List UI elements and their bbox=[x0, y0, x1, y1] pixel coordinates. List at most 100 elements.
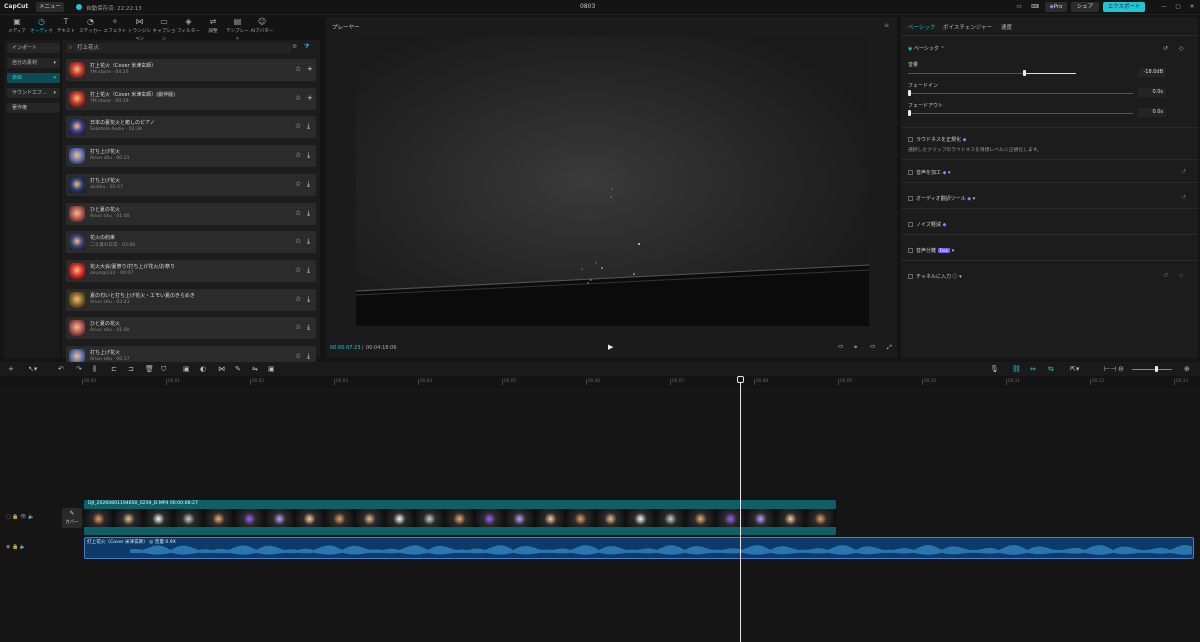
nav-item[interactable]: 著作権 bbox=[7, 103, 60, 113]
tab-speed[interactable]: 速度 bbox=[1001, 23, 1012, 31]
download-icon[interactable]: ⤓ bbox=[307, 209, 310, 218]
fadeout-slider[interactable] bbox=[908, 113, 1133, 114]
preview-axis-icon[interactable]: ⇱▾ bbox=[1070, 365, 1079, 373]
voice-separation-toggle[interactable]: 音声分離 Free ▾ bbox=[908, 247, 954, 254]
track-toggle-icon[interactable]: ▢ bbox=[6, 514, 11, 520]
volume-value[interactable]: -18.0dB bbox=[1138, 68, 1166, 77]
project-title[interactable]: 0803 bbox=[580, 3, 595, 10]
zoom-slider[interactable] bbox=[1132, 369, 1172, 370]
mute-icon[interactable]: 🔈 bbox=[28, 514, 34, 520]
reset-icon[interactable]: ↺ bbox=[1181, 194, 1186, 201]
snap-icon[interactable]: ⇆ bbox=[1048, 365, 1054, 373]
crop-icon[interactable]: ⌖ bbox=[854, 344, 857, 352]
mic-icon[interactable]: 🎙 bbox=[990, 365, 999, 373]
reset-icon[interactable]: ↺ bbox=[1163, 272, 1168, 279]
clear-search-icon[interactable]: ⊗ bbox=[292, 43, 297, 50]
audio-tools-toggle[interactable]: オーディオ翻訳ツール ◆ ▾ bbox=[908, 195, 975, 202]
export-button[interactable]: エクスポート bbox=[1103, 2, 1145, 12]
channel-input-toggle[interactable]: チャネルに入力 ⓘ ▾ bbox=[908, 273, 962, 280]
favorite-icon[interactable]: ☆ bbox=[295, 266, 301, 274]
add-icon[interactable]: + bbox=[307, 94, 313, 102]
tab-sticker[interactable]: ◔ ステッカー bbox=[78, 17, 104, 37]
reset-icon[interactable]: ↺ bbox=[1163, 45, 1168, 52]
video-preview[interactable] bbox=[356, 37, 869, 326]
share-button[interactable]: シェア bbox=[1071, 2, 1099, 12]
music-track-item[interactable]: 花火大会/夏祭り/打ち上げ花火/お祭り okunigiri22 · 00:07 ☆ ⤓ bbox=[66, 259, 316, 282]
download-icon[interactable]: ⤓ bbox=[307, 180, 310, 189]
close-icon[interactable]: ✕ bbox=[1187, 2, 1197, 12]
favorite-icon[interactable]: ☆ bbox=[295, 295, 301, 303]
fadeout-value[interactable]: 0.0s bbox=[1138, 108, 1166, 117]
favorite-icon[interactable]: ☆ bbox=[295, 180, 301, 188]
favorite-icon[interactable]: ☆ bbox=[295, 352, 301, 360]
tab-caption[interactable]: ▭キャプション bbox=[151, 17, 177, 42]
pro-button[interactable]: ◆Pro bbox=[1045, 2, 1067, 12]
tab-transition[interactable]: ⋈トランジション bbox=[127, 17, 153, 42]
undo-icon[interactable]: ↶ bbox=[58, 365, 64, 373]
link-main-icon[interactable]: ⛓ bbox=[1012, 365, 1021, 373]
nav-item[interactable]: 自分の素材 ▾ bbox=[7, 58, 60, 68]
download-icon[interactable]: ⤓ bbox=[307, 151, 310, 160]
playhead[interactable] bbox=[740, 376, 741, 642]
filter-icon[interactable]: ⧩ bbox=[304, 43, 309, 51]
search-input[interactable]: ⌕ 打上花火 bbox=[66, 43, 291, 53]
ratio-icon[interactable]: ▭ bbox=[870, 344, 875, 350]
fadein-slider[interactable] bbox=[908, 93, 1133, 94]
add-icon[interactable]: + bbox=[307, 65, 313, 73]
audio-clip[interactable]: 打上花火（Cover 米津玄師） ◎ 音量 0.9X bbox=[84, 537, 1194, 559]
volume-slider-handle[interactable] bbox=[1023, 70, 1026, 76]
lock-icon[interactable]: 🔒 bbox=[12, 544, 18, 550]
fit-icon[interactable]: ⊢⊣ bbox=[1104, 365, 1116, 373]
tab-filter[interactable]: ◈ フィルター bbox=[176, 17, 202, 37]
minimize-icon[interactable]: — bbox=[1159, 2, 1169, 12]
download-icon[interactable]: ⤓ bbox=[307, 295, 310, 304]
favorite-icon[interactable]: ☆ bbox=[295, 151, 301, 159]
zoom-out-icon[interactable]: ⊖ bbox=[1118, 365, 1124, 373]
music-track-item[interactable]: 打上花火（Cover 米津玄師）(劇伴版) YM.stone · 00:19 ☆ + bbox=[66, 87, 316, 110]
music-track-item[interactable]: 打ち上げ花火 akiohu · 02:57 ☆ ⤓ bbox=[66, 173, 316, 196]
maximize-icon[interactable]: ▢ bbox=[1173, 2, 1183, 12]
player-menu-icon[interactable]: ≡ bbox=[884, 22, 889, 29]
tab-ai-avatar[interactable]: ☺ AIアバター bbox=[249, 17, 275, 37]
playhead-handle[interactable] bbox=[737, 376, 744, 383]
tab-template[interactable]: ▤テンプレート bbox=[225, 17, 251, 42]
music-track-item[interactable]: 打上花火（Cover 米津玄師） YM.stone · 04:16 ☆ + bbox=[66, 59, 316, 81]
pen-icon[interactable]: ✎ bbox=[235, 365, 241, 373]
delete-icon[interactable]: 🗑 bbox=[145, 365, 154, 373]
favorite-icon[interactable]: ☆ bbox=[295, 209, 301, 217]
tab-text[interactable]: T テキスト bbox=[53, 17, 79, 37]
music-track-item[interactable]: ひと夏の花火 Ariun situ · 01:00 ☆ ⤓ bbox=[66, 202, 316, 225]
favorite-icon[interactable]: ☆ bbox=[295, 237, 301, 245]
download-icon[interactable]: ⤓ bbox=[307, 352, 310, 361]
eye-icon[interactable]: 👁 bbox=[20, 514, 26, 520]
music-track-item[interactable]: ひと夏の花火 Ariun situ · 01:00 ☆ ⤓ bbox=[66, 317, 316, 340]
favorite-icon[interactable]: ☆ bbox=[295, 65, 301, 73]
loudness-toggle[interactable]: ラウドネスを正規化 ◆ bbox=[908, 136, 966, 143]
shield-icon[interactable]: ⛉ bbox=[161, 365, 166, 374]
noise-reduction-toggle[interactable]: ノイズ軽減 ◆ bbox=[908, 221, 946, 228]
music-track-item[interactable]: 花火の約束 二斗葉の日常 · 03:08 ☆ ⤓ bbox=[66, 231, 316, 254]
menu-button[interactable]: メニュー bbox=[36, 2, 64, 12]
music-track-item[interactable]: 夏の匂いと打ち上げ花火・エモい夏のきらめき Ariun situ · 03:43 ☆… bbox=[66, 288, 316, 311]
fadein-slider-handle[interactable] bbox=[908, 90, 911, 96]
fadeout-slider-handle[interactable] bbox=[908, 110, 911, 116]
crop-icon[interactable]: ▣ bbox=[268, 365, 275, 373]
tab-basic[interactable]: ベーシック bbox=[908, 23, 935, 31]
download-icon[interactable]: ⤓ bbox=[307, 323, 310, 332]
mirror-icon[interactable]: ⋈ bbox=[218, 365, 225, 373]
nav-item[interactable]: インポート bbox=[7, 43, 60, 53]
timeline-ruler[interactable]: 00:00 00:01 00:02 00:03 00:04 00:05 00:06 00:07… bbox=[62, 376, 1200, 388]
link-icon[interactable]: ⇔ bbox=[1030, 365, 1036, 373]
tab-media[interactable]: ▣ メディア bbox=[4, 17, 30, 37]
zoom-slider-handle[interactable] bbox=[1155, 366, 1158, 372]
layout-icon[interactable]: ▭ bbox=[1012, 2, 1026, 12]
reset-icon[interactable]: ↺ bbox=[1181, 168, 1186, 175]
freeze-icon[interactable]: ▣ bbox=[183, 365, 190, 373]
keyframe-icon[interactable]: ◇ bbox=[1179, 272, 1184, 279]
zoom-in-icon[interactable]: ⊕ bbox=[1184, 365, 1190, 373]
download-icon[interactable]: ⤓ bbox=[307, 122, 310, 131]
split-right-icon[interactable]: ⊐ bbox=[128, 365, 134, 373]
favorite-icon[interactable]: ☆ bbox=[295, 122, 301, 130]
voice-icon[interactable]: ◐ bbox=[200, 365, 206, 373]
music-track-item[interactable]: 打ち上げ花火 Ariun situ · 00:31 ☆ ⤓ bbox=[66, 145, 316, 168]
